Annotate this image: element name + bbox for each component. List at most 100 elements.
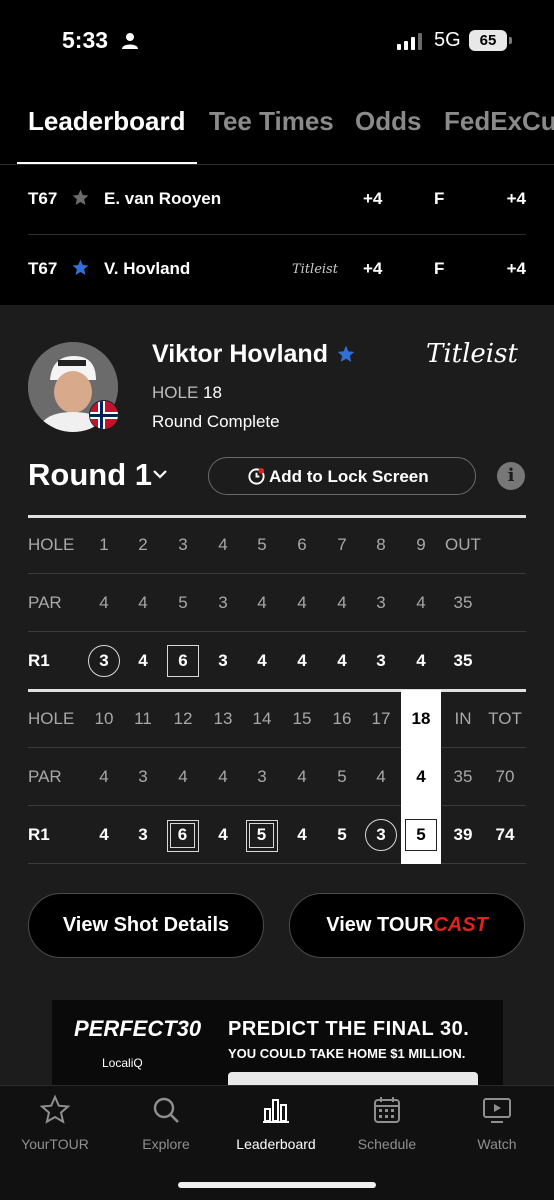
score-value: 6	[170, 823, 195, 848]
score-cell: 4	[138, 651, 148, 670]
star-icon[interactable]	[71, 258, 90, 277]
par-in-cell: 35	[453, 767, 473, 786]
ad-headline: PREDICT THE FINAL 30.	[228, 1018, 470, 1040]
hole-cell: 10	[94, 709, 114, 728]
score-cell: 4	[297, 825, 307, 844]
star-icon	[39, 1094, 71, 1124]
hole-cell: 7	[337, 535, 347, 554]
hole-cell: 16	[332, 709, 352, 728]
score-in-cell: 39	[453, 825, 473, 844]
search-icon	[153, 1097, 179, 1123]
row-thru: F	[434, 189, 445, 208]
view-tourcast-button[interactable]: View TOURCAST	[289, 893, 525, 958]
row-label: HOLE	[28, 709, 75, 728]
nav-label: Watch	[477, 1136, 517, 1152]
score-cell: 4	[257, 651, 267, 670]
hole-cell-current: 18	[401, 690, 441, 748]
tab-tee-times[interactable]: Tee Times	[209, 106, 334, 137]
score-cell: 4	[337, 651, 347, 670]
score-cell-double-bogey: 6	[163, 806, 203, 864]
score-cell: 4	[218, 825, 228, 844]
nav-yourtour[interactable]: YourTOUR	[5, 1094, 105, 1152]
row-player-name: V. Hovland	[104, 259, 191, 278]
leaderboard-list: T67 E. van Rooyen +4 F +4 T67 V. Hovland…	[0, 165, 554, 305]
row-label: PAR	[28, 767, 62, 786]
par-out-cell: 35	[453, 593, 473, 612]
nav-label: YourTOUR	[21, 1136, 89, 1152]
par-cell: 4	[416, 593, 426, 612]
row-label: R1	[28, 651, 50, 670]
tab-odds[interactable]: Odds	[355, 106, 421, 137]
info-icon[interactable]: i	[497, 462, 525, 490]
score-cell-double-bogey: 5	[242, 806, 282, 864]
row-label: R1	[28, 825, 50, 844]
hole-cell: 4	[218, 535, 228, 554]
row-position: T67	[28, 189, 58, 208]
score-cell-current-bogey: 5	[401, 806, 441, 864]
round1-score-row: R1 3 4 6 3 4 4 4 3 4 35	[28, 632, 526, 690]
bogey-marker: 5	[405, 819, 437, 851]
norway-flag-icon	[89, 400, 119, 430]
hole-header-row: HOLE 10 11 12 13 14 15 16 17 18 IN TOT	[28, 690, 526, 748]
par-cell: 3	[138, 767, 148, 786]
battery-icon: 65	[469, 30, 507, 51]
score-cell: 4	[99, 825, 109, 844]
localiq-logo: LocaliQ	[102, 1056, 143, 1070]
par-cell: 3	[257, 767, 267, 786]
par-cell-current: 4	[401, 748, 441, 806]
add-to-lock-screen-button[interactable]: Add to Lock Screen	[208, 457, 476, 495]
par-cell: 4	[99, 767, 109, 786]
hole-cell: 5	[257, 535, 267, 554]
nav-label: Schedule	[357, 1136, 417, 1152]
row-label: HOLE	[28, 535, 75, 554]
tv-play-icon	[483, 1098, 511, 1123]
score-cell-birdie: 3	[361, 806, 401, 864]
score-tot-cell: 74	[495, 825, 515, 844]
tot-cell: TOT	[488, 709, 522, 728]
nav-explore[interactable]: Explore	[116, 1094, 216, 1152]
status-bar: 5:33 5G 65	[0, 0, 554, 84]
double-bogey-marker: 5	[246, 820, 278, 852]
nav-label: Explore	[142, 1136, 190, 1152]
hole-cell: 6	[297, 535, 307, 554]
star-icon[interactable]	[71, 188, 90, 207]
home-indicator[interactable]	[178, 1182, 376, 1188]
favorite-star-icon[interactable]	[336, 344, 356, 364]
sponsor-logo: Titleist	[292, 262, 338, 277]
ad-banner[interactable]: PERFECT30 LocaliQ PREDICT THE FINAL 30. …	[52, 1000, 503, 1085]
hole-number: 18	[203, 383, 222, 402]
calendar-icon	[374, 1097, 400, 1123]
birdie-marker: 3	[88, 645, 120, 677]
tab-fedexcup[interactable]: FedExCu	[444, 106, 554, 137]
view-shot-details-button[interactable]: View Shot Details	[28, 893, 264, 958]
leaderboard-row[interactable]: T67 E. van Rooyen +4 F +4	[28, 165, 526, 235]
hole-cell: 15	[292, 709, 312, 728]
score-cell-bogey: 6	[163, 632, 203, 690]
round-status: Round Complete	[152, 412, 280, 431]
round-selector[interactable]: Round 1	[28, 457, 152, 493]
player-scorecard-card: Viktor Hovland Titleist HOLE 18 Round Co…	[0, 305, 554, 1085]
hole-cell: 13	[213, 709, 233, 728]
score-value: 5	[249, 823, 274, 848]
chevron-down-icon[interactable]	[152, 468, 168, 480]
nav-watch[interactable]: Watch	[447, 1094, 547, 1152]
hole-cell: 17	[371, 709, 391, 728]
par-cell: 4	[218, 767, 228, 786]
row-total: +4	[506, 259, 526, 278]
row-player-name: E. van Rooyen	[104, 189, 222, 208]
score-cell: 5	[337, 825, 347, 844]
score-out-cell: 35	[453, 651, 473, 670]
nav-schedule[interactable]: Schedule	[337, 1094, 437, 1152]
par-cell: 3	[218, 593, 228, 612]
bogey-marker: 6	[167, 645, 199, 677]
lock-screen-label: Add to Lock Screen	[269, 467, 429, 486]
leaderboard-row[interactable]: T67 V. Hovland Titleist +4 F +4	[28, 235, 526, 305]
score-cell: 4	[297, 651, 307, 670]
par-cell: 3	[376, 593, 386, 612]
par-cell: 4	[297, 767, 307, 786]
hole-cell: 8	[376, 535, 386, 554]
nav-leaderboard[interactable]: Leaderboard	[226, 1094, 326, 1152]
hole-cell: 3	[178, 535, 188, 554]
ad-cta-button[interactable]	[228, 1072, 478, 1085]
tab-leaderboard[interactable]: Leaderboard	[28, 106, 186, 137]
